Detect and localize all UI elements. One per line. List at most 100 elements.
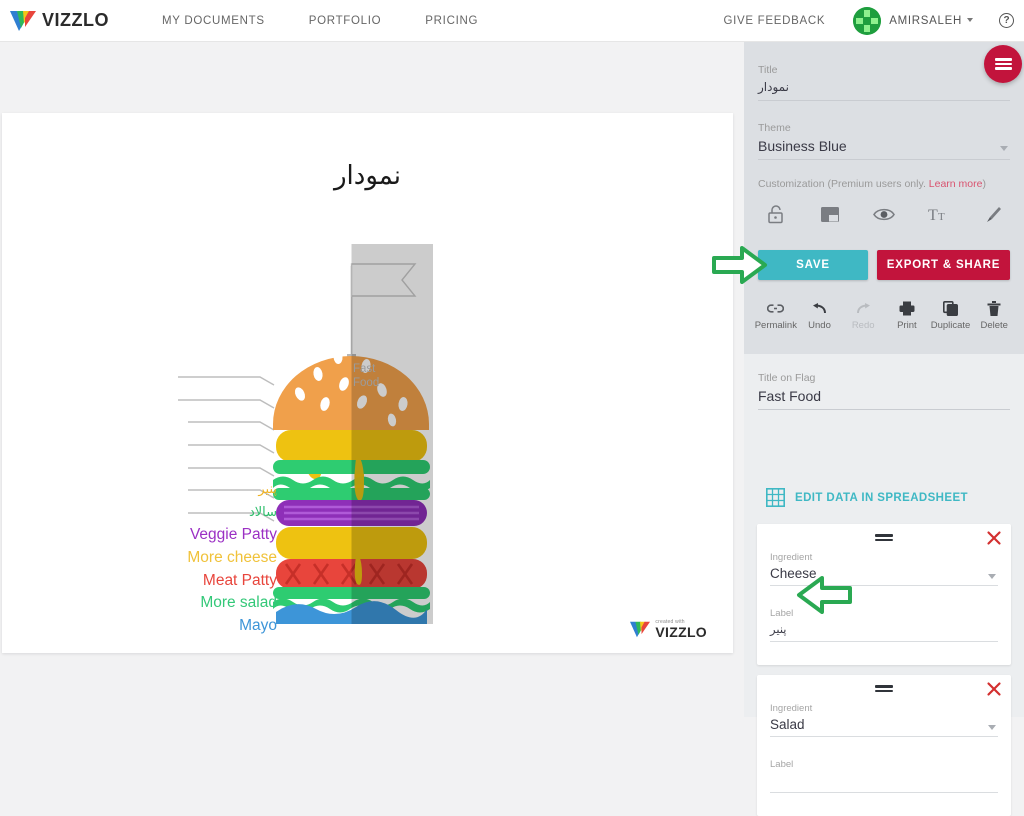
ingredient-card-0[interactable]: Ingredient Cheese Label پنیر <box>757 524 1011 665</box>
undo-tool[interactable]: Undo <box>798 300 842 331</box>
drag-handle-icon[interactable] <box>875 683 893 694</box>
permalink-tool[interactable]: Permalink <box>754 300 798 331</box>
duplicate-tool[interactable]: Duplicate <box>929 300 973 331</box>
customization-icon-row: T T <box>758 200 1010 228</box>
close-icon[interactable] <box>985 680 1003 698</box>
ingredient-select-group-1[interactable]: Ingredient Salad <box>770 703 998 737</box>
workspace: نمودار Fast Food پنیر سالاد Veggie Patty… <box>0 42 744 717</box>
tool-row: Permalink Undo Redo Print Duplicate Dele… <box>754 300 1016 331</box>
customization-note-suffix: ) <box>982 178 986 190</box>
username-menu[interactable]: AMIRSALEH <box>889 15 973 27</box>
grid-icon <box>766 488 785 507</box>
label-input-group-0[interactable]: Label پنیر <box>770 608 998 642</box>
eye-icon[interactable] <box>867 200 901 228</box>
nav-link-portfolio[interactable]: PORTFOLIO <box>287 15 404 27</box>
close-icon[interactable] <box>985 529 1003 547</box>
action-button-row: SAVE EXPORT & SHARE <box>758 250 1010 280</box>
ingredient-card-1[interactable]: Ingredient Salad Label <box>757 675 1011 816</box>
hamburger-icon-bar <box>994 58 1012 61</box>
redo-label: Redo <box>851 320 875 331</box>
nav-link-pricing[interactable]: PRICING <box>403 15 500 27</box>
layout-icon[interactable] <box>813 200 847 228</box>
label-label-0: Label <box>770 608 794 619</box>
copy-icon <box>943 300 959 317</box>
watermark-logo-icon <box>630 621 651 638</box>
avatar[interactable] <box>853 6 882 35</box>
ingredient-select-group-0[interactable]: Ingredient Cheese <box>770 552 998 586</box>
vizzlo-brand[interactable]: VIZZLO <box>10 10 130 32</box>
ingredient-value-1: Salad <box>770 717 805 732</box>
flag-title-label: Title on Flag <box>758 372 816 384</box>
nav-links: MY DOCUMENTS PORTFOLIO PRICING <box>140 15 500 27</box>
learn-more-link[interactable]: Learn more <box>929 178 983 190</box>
theme-select-value: Business Blue <box>758 138 847 154</box>
username-label: AMIRSALEH <box>889 14 962 27</box>
theme-field[interactable]: Theme Business Blue <box>758 122 1010 160</box>
redo-tool[interactable]: Redo <box>841 300 885 331</box>
chart-label-1: سالاد <box>248 505 277 520</box>
brand-text: VIZZLO <box>42 10 109 30</box>
top-navbar: VIZZLO MY DOCUMENTS PORTFOLIO PRICING GI… <box>0 0 1024 42</box>
label-input-1[interactable] <box>770 773 998 793</box>
customization-note-prefix: Customization (Premium users only. <box>758 178 929 190</box>
print-tool[interactable]: Print <box>885 300 929 331</box>
permalink-label: Permalink <box>754 320 797 331</box>
title-field[interactable]: Title نمودار <box>758 64 1010 101</box>
unlock-icon[interactable] <box>758 200 792 228</box>
avatar-image <box>853 6 882 35</box>
sidebar-bottom-panel: Title on Flag Fast Food EDIT DATA IN SPR… <box>744 354 1024 816</box>
burger-illustration <box>270 244 433 624</box>
ingredient-label-0: Ingredient <box>770 552 813 563</box>
nav-link-my-documents[interactable]: MY DOCUMENTS <box>140 15 287 27</box>
nav-right-group: GIVE FEEDBACK AMIRSALEH ? <box>723 6 1024 35</box>
help-icon[interactable]: ? <box>999 13 1014 28</box>
delete-label: Delete <box>980 320 1008 331</box>
burger-svg <box>273 244 433 624</box>
sidebar-top-panel: Title نمودار Theme Business Blue Customi… <box>744 42 1024 354</box>
watermark-big-text: VIZZLO <box>655 624 707 640</box>
title-input[interactable]: نمودار <box>758 80 1010 101</box>
label-input-group-1[interactable]: Label <box>770 759 998 793</box>
chart-canvas[interactable]: نمودار Fast Food پنیر سالاد Veggie Patty… <box>2 113 733 653</box>
label-input-0[interactable]: پنیر <box>770 622 998 642</box>
drag-handle-icon[interactable] <box>875 532 893 543</box>
save-button[interactable]: SAVE <box>758 250 868 280</box>
chevron-down-icon <box>967 18 973 23</box>
shadow-overlay <box>351 244 433 624</box>
export-share-button[interactable]: EXPORT & SHARE <box>877 250 1010 280</box>
chart-label-5: More salad <box>200 594 277 611</box>
redo-icon <box>855 300 872 317</box>
duplicate-label: Duplicate <box>930 320 971 331</box>
customization-note: Customization (Premium users only. Learn… <box>758 178 986 190</box>
theme-select[interactable]: Business Blue <box>758 138 1010 160</box>
drag-handle-bar <box>875 534 893 537</box>
flag-title-field[interactable]: Title on Flag Fast Food <box>758 372 1010 410</box>
chevron-down-icon <box>988 725 996 730</box>
brush-icon[interactable] <box>976 200 1010 228</box>
ingredient-label-1: Ingredient <box>770 703 813 714</box>
chevron-down-icon <box>1000 146 1008 151</box>
give-feedback-link[interactable]: GIVE FEEDBACK <box>723 15 825 27</box>
edit-spreadsheet-link[interactable]: EDIT DATA IN SPREADSHEET <box>766 488 968 507</box>
chart-label-6: Mayo <box>239 617 277 634</box>
chevron-down-icon <box>988 574 996 579</box>
right-sidebar: Title نمودار Theme Business Blue Customi… <box>744 42 1024 816</box>
chart-label-3: More cheese <box>187 549 277 566</box>
edit-spreadsheet-label: EDIT DATA IN SPREADSHEET <box>795 491 968 504</box>
svg-text:T: T <box>928 207 938 223</box>
menu-fab-button[interactable] <box>984 45 1022 83</box>
drag-handle-bar <box>875 689 893 692</box>
flag-title-input[interactable]: Fast Food <box>758 388 1010 410</box>
chart-label-2: Veggie Patty <box>189 526 277 543</box>
undo-icon <box>811 300 828 317</box>
ingredient-select-1[interactable]: Salad <box>770 717 998 737</box>
ingredient-value-0: Cheese <box>770 566 817 581</box>
ingredient-select-0[interactable]: Cheese <box>770 566 998 586</box>
undo-label: Undo <box>808 320 831 331</box>
trash-icon <box>987 300 1001 317</box>
text-size-icon[interactable]: T T <box>922 200 956 228</box>
svg-text:T: T <box>938 211 945 223</box>
delete-tool[interactable]: Delete <box>972 300 1016 331</box>
theme-field-label: Theme <box>758 122 791 134</box>
vizzlo-watermark: created with VIZZLO <box>630 620 707 639</box>
